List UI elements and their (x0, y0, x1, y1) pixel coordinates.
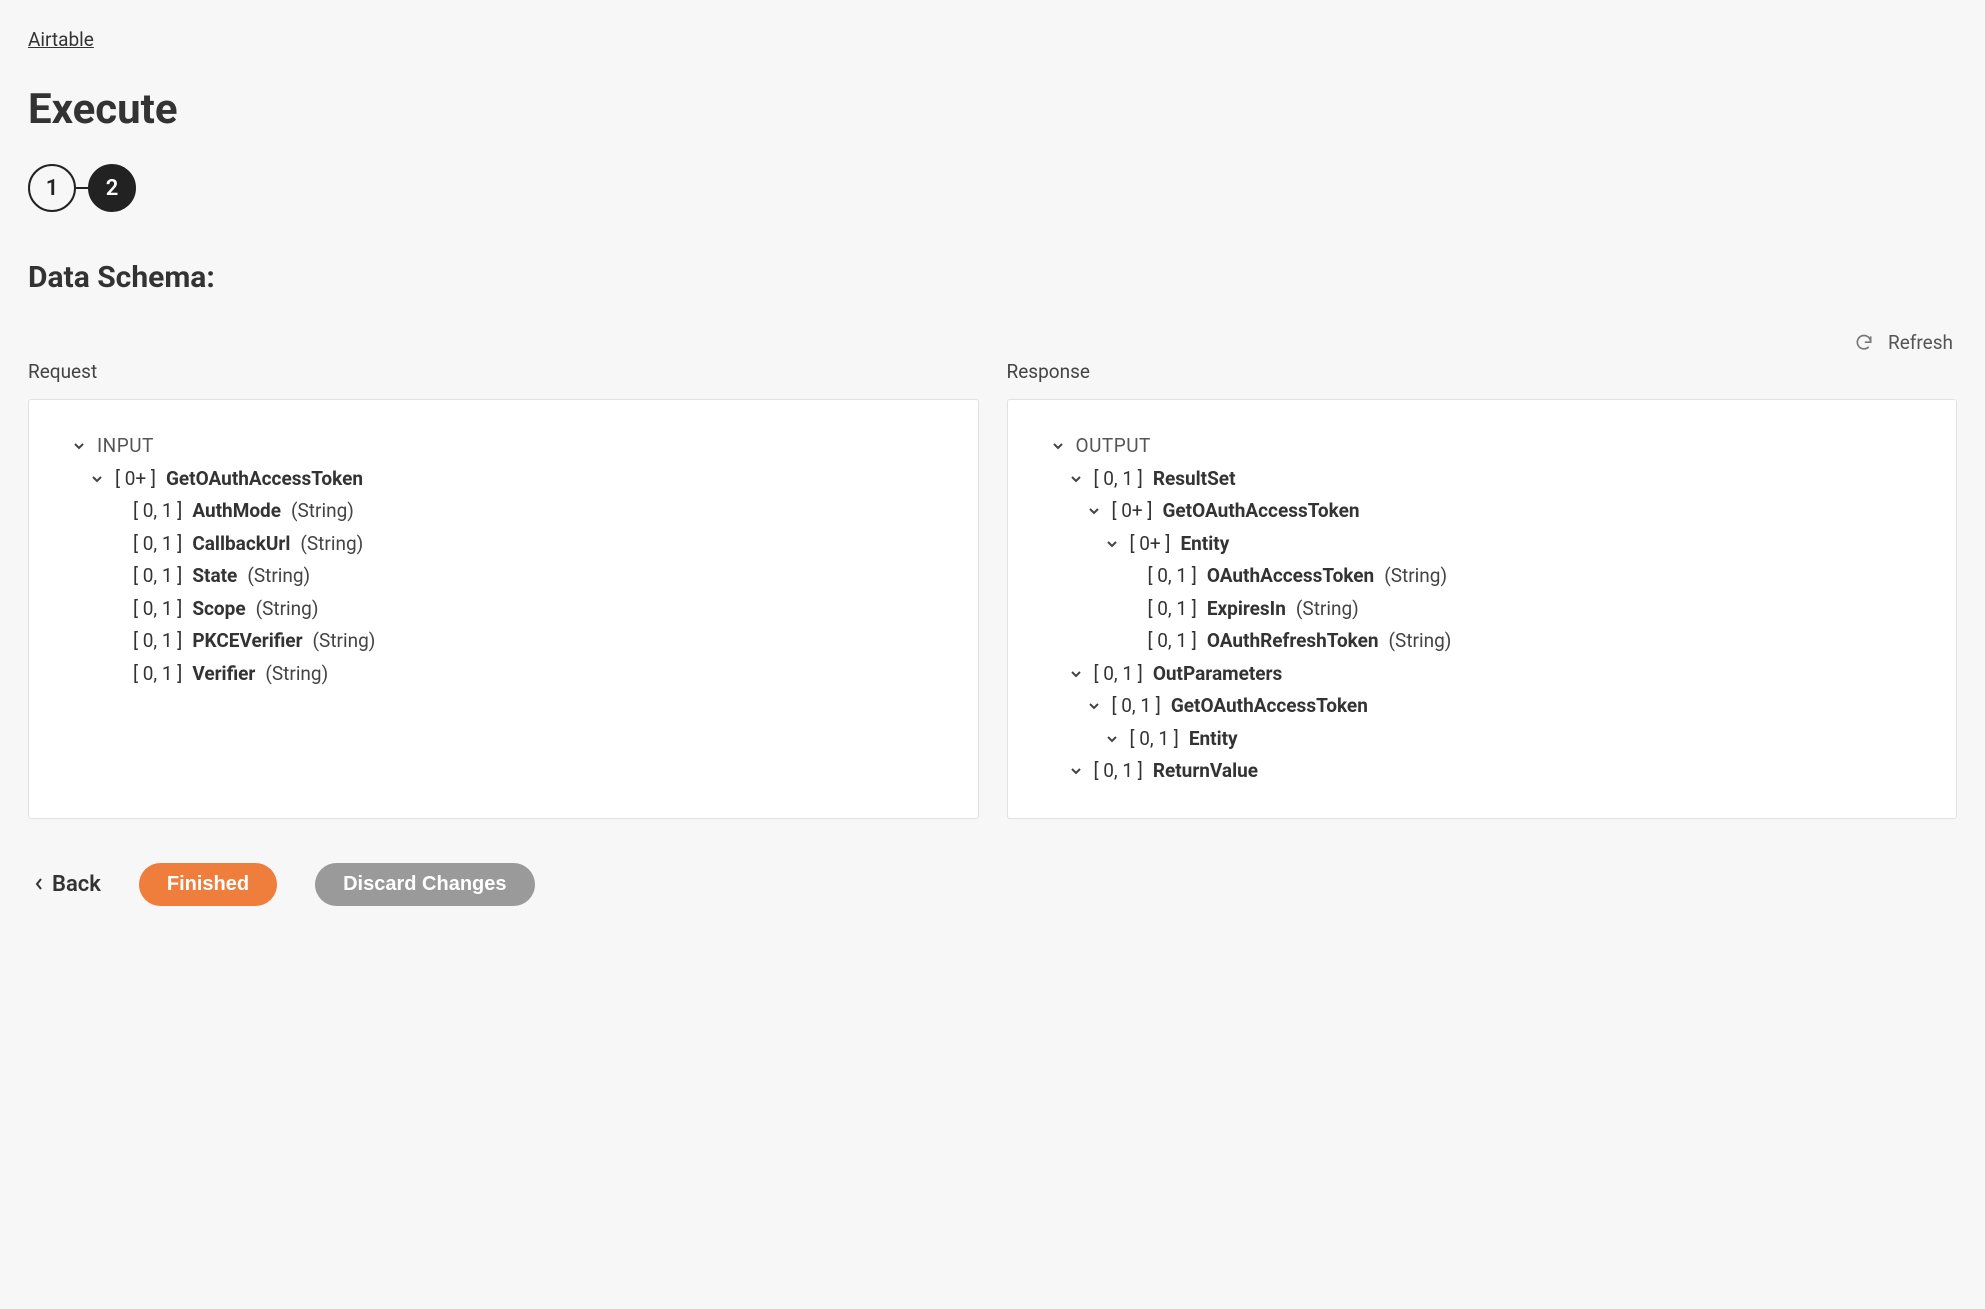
response-panel: OUTPUT [ 0, 1 ] ResultSet [ 0+ ] GetOAut… (1007, 399, 1958, 819)
chevron-down-icon (1104, 731, 1120, 747)
request-panel: INPUT [ 0+ ] GetOAuthAccessToken [ 0, 1 … (28, 399, 979, 819)
tree-leaf-name: OAuthRefreshToken (1207, 627, 1379, 656)
breadcrumb-airtable[interactable]: Airtable (28, 28, 94, 51)
chevron-down-icon (1086, 503, 1102, 519)
tree-node-name: GetOAuthAccessToken (166, 465, 363, 494)
tree-leaf-type: (String) (1296, 595, 1359, 624)
tree-leaf-name: ExpiresIn (1207, 595, 1286, 624)
tree-node-name: Entity (1180, 530, 1229, 559)
tree-node-card: [ 0+ ] (1130, 530, 1171, 559)
tree-leaf-name: AuthMode (192, 497, 281, 526)
request-label: Request (28, 360, 979, 383)
tree-leaf-card: [ 0, 1 ] (1148, 595, 1197, 624)
tree-node-returnvalue[interactable]: [ 0, 1 ] ReturnValue (1050, 757, 1931, 786)
finished-button[interactable]: Finished (139, 863, 277, 906)
back-link[interactable]: Back (34, 872, 101, 897)
tree-node-card: [ 0, 1 ] (1094, 757, 1143, 786)
chevron-down-icon (1086, 698, 1102, 714)
tree-node-name: GetOAuthAccessToken (1162, 497, 1359, 526)
tree-leaf-pkceverifier[interactable]: [ 0, 1 ] PKCEVerifier (String) (71, 627, 952, 656)
tree-node-getoauthaccesstoken[interactable]: [ 0+ ] GetOAuthAccessToken (71, 465, 952, 494)
tree-node-rs-getoauthaccesstoken[interactable]: [ 0+ ] GetOAuthAccessToken (1050, 497, 1931, 526)
refresh-icon (1854, 333, 1874, 353)
tree-leaf-callbackurl[interactable]: [ 0, 1 ] CallbackUrl (String) (71, 530, 952, 559)
tree-leaf-oauthaccesstoken[interactable]: [ 0, 1 ] OAuthAccessToken (String) (1050, 562, 1931, 591)
chevron-left-icon (34, 877, 44, 891)
page-title: Execute (28, 85, 1957, 134)
chevron-down-icon (71, 438, 87, 454)
tree-leaf-type: (String) (1389, 627, 1452, 656)
section-heading: Data Schema: (28, 260, 1957, 295)
tree-leaf-expiresin[interactable]: [ 0, 1 ] ExpiresIn (String) (1050, 595, 1931, 624)
response-label: Response (1007, 360, 1958, 383)
tree-leaf-card: [ 0, 1 ] (133, 660, 182, 689)
tree-leaf-card: [ 0, 1 ] (133, 627, 182, 656)
step-connector (76, 187, 88, 189)
tree-leaf-name: OAuthAccessToken (1207, 562, 1374, 591)
tree-leaf-type: (String) (256, 595, 319, 624)
tree-node-op-getoauthaccesstoken[interactable]: [ 0, 1 ] GetOAuthAccessToken (1050, 692, 1931, 721)
tree-leaf-name: State (192, 562, 237, 591)
tree-node-name: ReturnValue (1153, 757, 1258, 786)
tree-leaf-state[interactable]: [ 0, 1 ] State (String) (71, 562, 952, 591)
tree-node-op-entity[interactable]: [ 0, 1 ] Entity (1050, 725, 1931, 754)
discard-button[interactable]: Discard Changes (315, 863, 534, 906)
tree-leaf-type: (String) (265, 660, 328, 689)
tree-leaf-scope[interactable]: [ 0, 1 ] Scope (String) (71, 595, 952, 624)
tree-root-input-label: INPUT (97, 432, 154, 461)
tree-node-card: [ 0, 1 ] (1112, 692, 1161, 721)
refresh-button[interactable]: Refresh (1854, 331, 1953, 354)
tree-root-input[interactable]: INPUT (71, 432, 952, 461)
tree-leaf-type: (String) (247, 562, 310, 591)
tree-leaf-oauthrefreshtoken[interactable]: [ 0, 1 ] OAuthRefreshToken (String) (1050, 627, 1931, 656)
tree-root-output[interactable]: OUTPUT (1050, 432, 1931, 461)
chevron-down-icon (1050, 438, 1066, 454)
tree-leaf-name: Scope (192, 595, 245, 624)
tree-node-resultset[interactable]: [ 0, 1 ] ResultSet (1050, 465, 1931, 494)
refresh-label: Refresh (1888, 331, 1953, 354)
tree-leaf-type: (String) (1384, 562, 1447, 591)
tree-leaf-card: [ 0, 1 ] (133, 497, 182, 526)
tree-node-outparameters[interactable]: [ 0, 1 ] OutParameters (1050, 660, 1931, 689)
tree-leaf-card: [ 0, 1 ] (1148, 627, 1197, 656)
tree-leaf-name: Verifier (192, 660, 255, 689)
tree-leaf-card: [ 0, 1 ] (133, 595, 182, 624)
tree-node-name: ResultSet (1153, 465, 1236, 494)
tree-node-name: GetOAuthAccessToken (1171, 692, 1368, 721)
tree-leaf-type: (String) (313, 627, 376, 656)
chevron-down-icon (1068, 666, 1084, 682)
tree-leaf-card: [ 0, 1 ] (1148, 562, 1197, 591)
tree-leaf-authmode[interactable]: [ 0, 1 ] AuthMode (String) (71, 497, 952, 526)
tree-node-entity[interactable]: [ 0+ ] Entity (1050, 530, 1931, 559)
tree-leaf-verifier[interactable]: [ 0, 1 ] Verifier (String) (71, 660, 952, 689)
tree-node-card: [ 0, 1 ] (1094, 465, 1143, 494)
chevron-down-icon (1068, 763, 1084, 779)
tree-leaf-type: (String) (291, 497, 354, 526)
chevron-down-icon (1104, 536, 1120, 552)
tree-node-name: OutParameters (1153, 660, 1282, 689)
tree-leaf-name: CallbackUrl (192, 530, 290, 559)
tree-node-card: [ 0, 1 ] (1094, 660, 1143, 689)
step-1[interactable]: 1 (28, 164, 76, 212)
chevron-down-icon (1068, 471, 1084, 487)
stepper: 1 2 (28, 164, 1957, 212)
step-2[interactable]: 2 (88, 164, 136, 212)
tree-node-name: Entity (1189, 725, 1238, 754)
tree-node-card: [ 0+ ] (1112, 497, 1153, 526)
tree-node-card: [ 0, 1 ] (1130, 725, 1179, 754)
tree-leaf-name: PKCEVerifier (192, 627, 302, 656)
tree-leaf-card: [ 0, 1 ] (133, 530, 182, 559)
chevron-down-icon (89, 471, 105, 487)
tree-leaf-card: [ 0, 1 ] (133, 562, 182, 591)
tree-leaf-type: (String) (300, 530, 363, 559)
back-label: Back (52, 872, 101, 897)
tree-root-output-label: OUTPUT (1076, 432, 1151, 461)
tree-node-card: [ 0+ ] (115, 465, 156, 494)
